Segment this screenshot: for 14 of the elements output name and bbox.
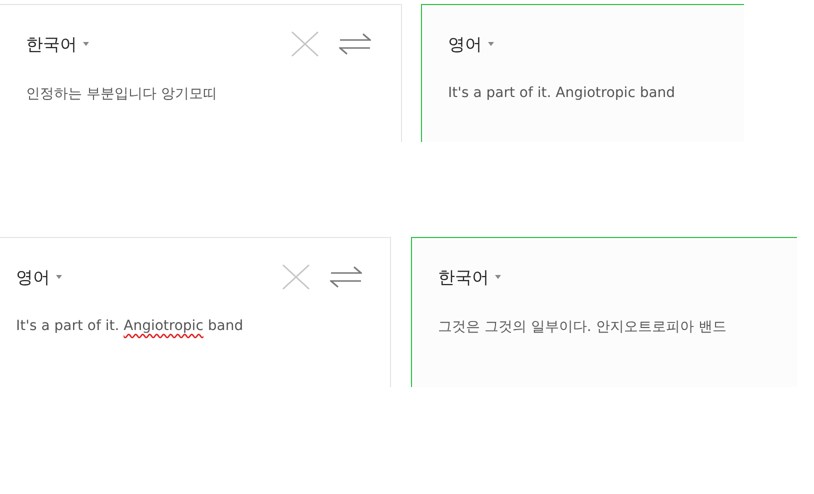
swap-arrows-icon[interactable] — [339, 33, 371, 55]
translated-text: 그것은 그것의 일부이다. 안지오트로피아 밴드 — [438, 318, 728, 336]
language-dropdown[interactable]: 한국어 — [26, 32, 89, 56]
language-dropdown[interactable]: 영어 — [16, 266, 62, 288]
translated-text: It's a part of it. Angiotropic band — [448, 85, 676, 101]
caret-icon — [495, 275, 501, 279]
caret-icon — [56, 275, 62, 279]
language-dropdown[interactable]: 영어 — [448, 32, 494, 56]
caret-icon — [83, 42, 89, 46]
source-text[interactable]: It's a part of it. Angiotropic band — [16, 318, 362, 334]
source-text[interactable]: 인정하는 부분입니다 앙기모띠 — [26, 85, 371, 103]
caret-icon — [488, 42, 494, 46]
language-dropdown[interactable]: 한국어 — [438, 266, 501, 288]
swap-arrows-icon[interactable] — [330, 266, 362, 288]
